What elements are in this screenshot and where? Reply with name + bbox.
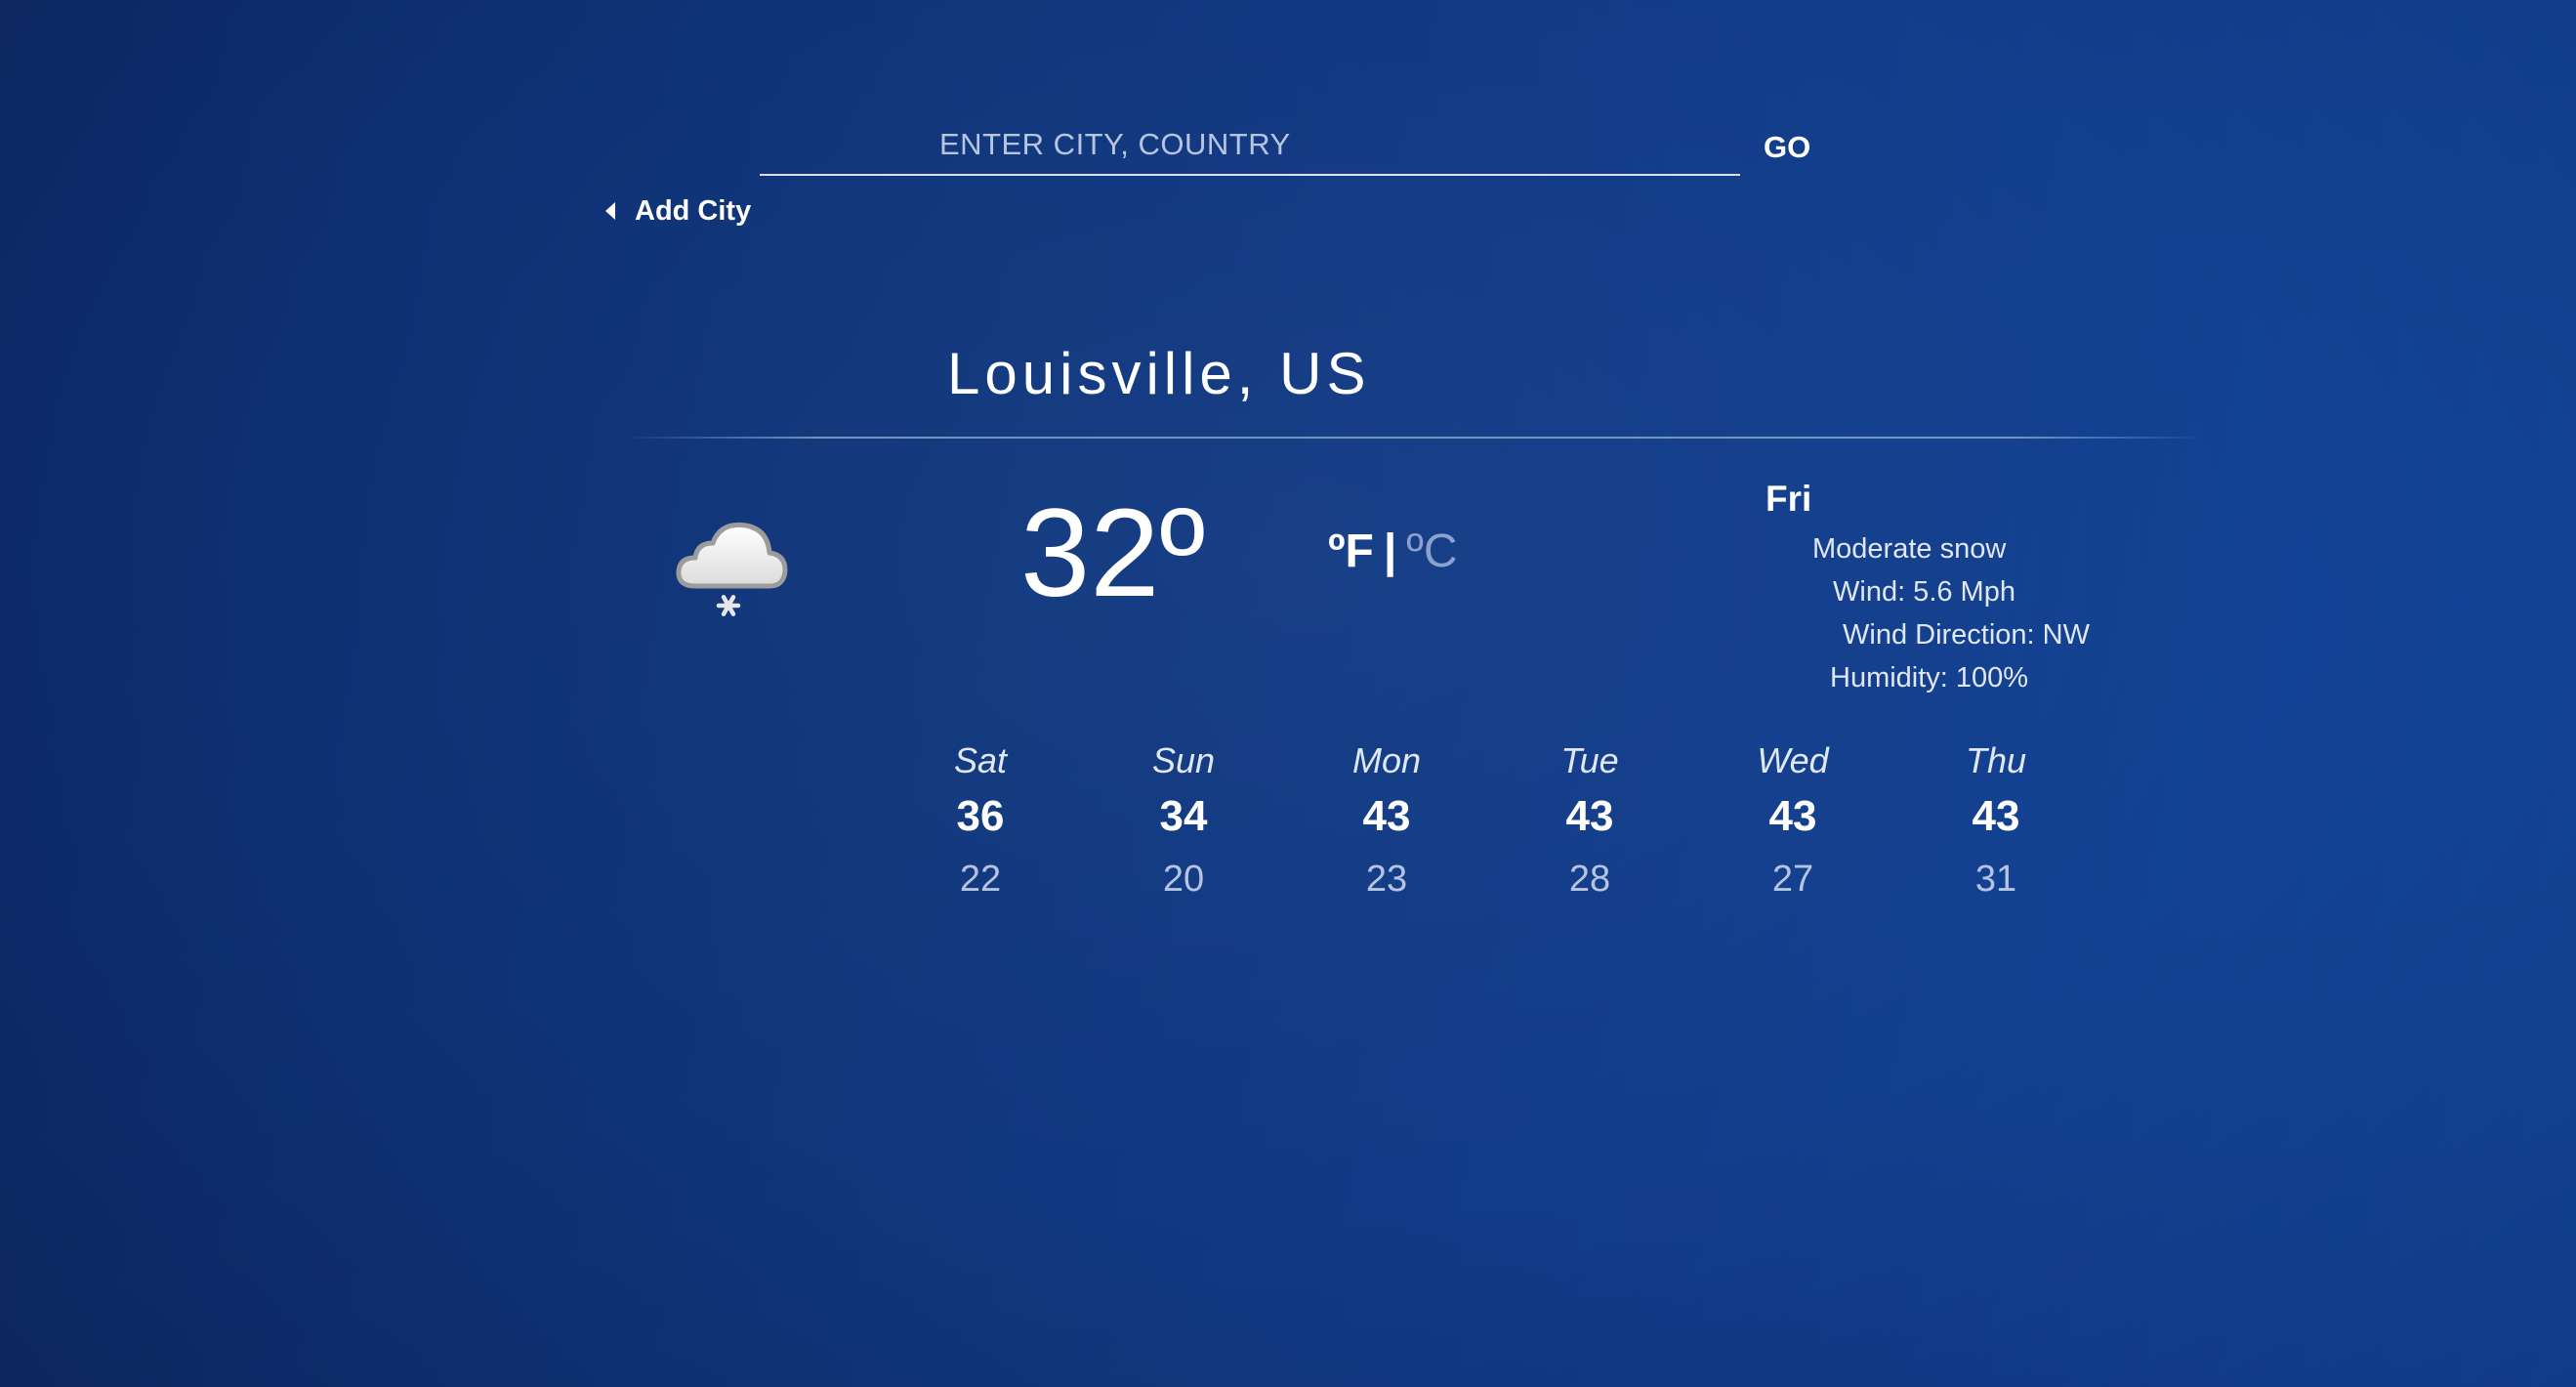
snow-cloud-icon [676, 522, 788, 616]
forecast-high: 34 [1159, 792, 1208, 840]
unit-toggle: ºF | ºC [1328, 525, 1458, 578]
unit-separator: | [1383, 525, 1397, 577]
forecast-high: 43 [1362, 792, 1411, 840]
forecast-low: 27 [1771, 859, 1814, 900]
current-day: Fri [1766, 479, 1812, 519]
forecast-low: 28 [1568, 859, 1611, 900]
humidity: Humidity: 100% [1830, 662, 2029, 694]
forecast-low: 22 [959, 859, 1002, 900]
forecast-list: Sat 36 22 Sun 34 20 Mon 43 23 Tue 43 28 … [879, 736, 2098, 910]
forecast-day: Mon [1351, 740, 1422, 780]
celsius-toggle[interactable]: ºC [1406, 525, 1457, 578]
forecast-day: Sat [953, 740, 1008, 780]
forecast-low: 20 [1162, 859, 1205, 900]
forecast-day: Tue [1560, 740, 1619, 780]
background-vignette [0, 0, 2576, 1387]
city-search-input[interactable] [760, 115, 1740, 176]
caret-left-icon [605, 202, 615, 220]
go-button[interactable]: GO [1750, 121, 1824, 174]
title-divider [625, 437, 2207, 439]
fahrenheit-toggle[interactable]: ºF [1328, 525, 1374, 578]
forecast-low: 23 [1365, 859, 1408, 900]
forecast-high: 36 [956, 792, 1005, 840]
forecast-item: Thu 43 31 [1894, 736, 2098, 910]
forecast-item: Mon 43 23 [1285, 736, 1488, 910]
forecast-high: 43 [1768, 792, 1817, 840]
add-city-link[interactable]: Add City [605, 189, 751, 232]
forecast-low: 31 [1974, 859, 2017, 900]
forecast-high: 43 [1565, 792, 1614, 840]
forecast-high: 43 [1972, 792, 2020, 840]
weather-description: Moderate snow [1812, 533, 2007, 565]
forecast-day: Wed [1757, 740, 1829, 780]
wind-direction: Wind Direction: NW [1843, 619, 2090, 651]
forecast-item: Sat 36 22 [879, 736, 1082, 910]
forecast-day: Sun [1151, 740, 1216, 780]
forecast-item: Tue 43 28 [1488, 736, 1691, 910]
add-city-label: Add City [635, 194, 752, 227]
forecast-item: Sun 34 20 [1082, 736, 1285, 910]
forecast-item: Wed 43 27 [1691, 736, 1894, 910]
forecast-day: Thu [1965, 740, 2027, 780]
city-title: Louisville, US [947, 341, 1371, 406]
wind-speed: Wind: 5.6 Mph [1833, 576, 2015, 608]
current-temperature: 32º [1020, 483, 1206, 623]
